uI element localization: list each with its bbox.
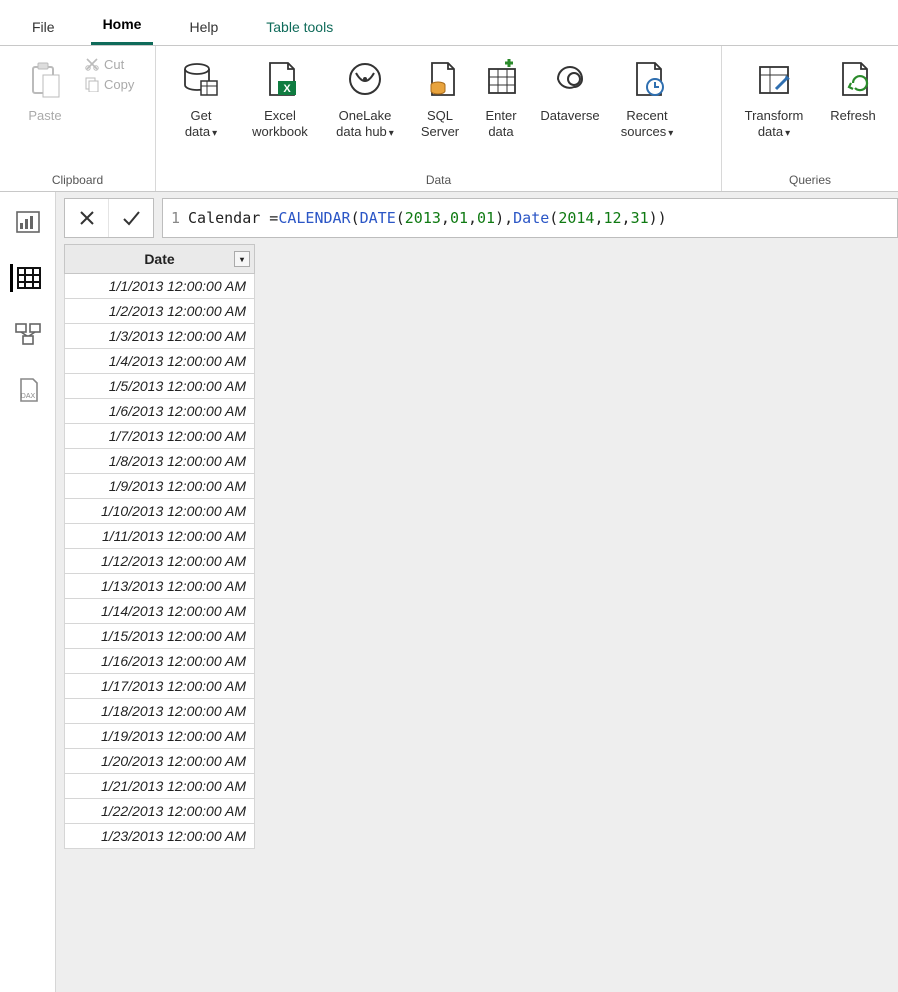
table-cell[interactable]: 1/18/2013 12:00:00 AM <box>65 699 255 724</box>
recent-icon <box>627 54 667 104</box>
column-filter-icon[interactable]: ▾ <box>234 251 250 267</box>
sql-server-button[interactable]: SQL Server <box>408 50 472 139</box>
tab-home[interactable]: Home <box>91 6 154 45</box>
table-cell[interactable]: 1/13/2013 12:00:00 AM <box>65 574 255 599</box>
refresh-button[interactable]: Refresh <box>818 50 888 124</box>
ribbon: Paste Cut Copy Clipboard Get data▾ <box>0 46 898 192</box>
enter-data-button[interactable]: Enter data <box>472 50 530 139</box>
transform-icon <box>754 54 794 104</box>
table-cell[interactable]: 1/20/2013 12:00:00 AM <box>65 749 255 774</box>
onelake-icon <box>345 54 385 104</box>
table-cell[interactable]: 1/11/2013 12:00:00 AM <box>65 524 255 549</box>
table-cell[interactable]: 1/7/2013 12:00:00 AM <box>65 424 255 449</box>
table-cell[interactable]: 1/1/2013 12:00:00 AM <box>65 274 255 299</box>
tab-help[interactable]: Help <box>177 9 230 45</box>
table-cell[interactable]: 1/10/2013 12:00:00 AM <box>65 499 255 524</box>
table-cell[interactable]: 1/21/2013 12:00:00 AM <box>65 774 255 799</box>
database-icon <box>181 54 221 104</box>
cancel-formula-button[interactable] <box>65 199 109 237</box>
formula-commit-box <box>64 198 154 238</box>
copy-button[interactable]: Copy <box>84 76 134 92</box>
cut-icon <box>84 56 100 72</box>
table-cell[interactable]: 1/22/2013 12:00:00 AM <box>65 799 255 824</box>
enter-data-icon <box>481 54 521 104</box>
cut-button[interactable]: Cut <box>84 56 134 72</box>
recent-sources-button[interactable]: Recent sources▾ <box>610 50 684 140</box>
table-cell[interactable]: 1/2/2013 12:00:00 AM <box>65 299 255 324</box>
svg-text:X: X <box>283 83 291 95</box>
table-cell[interactable]: 1/3/2013 12:00:00 AM <box>65 324 255 349</box>
tab-table-tools[interactable]: Table tools <box>254 9 345 45</box>
menu-tabs: File Home Help Table tools <box>0 0 898 46</box>
table-cell[interactable]: 1/19/2013 12:00:00 AM <box>65 724 255 749</box>
dax-view-icon[interactable]: DAX <box>12 376 44 404</box>
onelake-hub-button[interactable]: OneLake data hub▾ <box>322 50 408 140</box>
dataverse-icon <box>550 54 590 104</box>
view-rail: DAX <box>0 192 56 992</box>
column-header-date[interactable]: Date ▾ <box>65 245 255 274</box>
table-cell[interactable]: 1/17/2013 12:00:00 AM <box>65 674 255 699</box>
get-data-button[interactable]: Get data▾ <box>164 50 238 140</box>
group-label-data: Data <box>164 173 713 189</box>
table-cell[interactable]: 1/9/2013 12:00:00 AM <box>65 474 255 499</box>
data-table: Date ▾ 1/1/2013 12:00:00 AM1/2/2013 12:0… <box>64 244 255 849</box>
paste-button[interactable]: Paste <box>8 50 82 124</box>
excel-workbook-button[interactable]: X Excel workbook <box>238 50 322 139</box>
commit-formula-button[interactable] <box>109 199 153 237</box>
tab-file[interactable]: File <box>20 9 67 45</box>
table-cell[interactable]: 1/6/2013 12:00:00 AM <box>65 399 255 424</box>
table-cell[interactable]: 1/12/2013 12:00:00 AM <box>65 549 255 574</box>
copy-icon <box>84 76 100 92</box>
sql-icon <box>420 54 460 104</box>
report-view-icon[interactable] <box>12 208 44 236</box>
table-cell[interactable]: 1/23/2013 12:00:00 AM <box>65 824 255 849</box>
group-label-queries: Queries <box>730 173 890 189</box>
table-cell[interactable]: 1/14/2013 12:00:00 AM <box>65 599 255 624</box>
excel-icon: X <box>260 54 300 104</box>
formula-bar[interactable]: 1 Calendar = CALENDAR(DATE(2013,01,01),D… <box>162 198 898 238</box>
group-label-clipboard: Clipboard <box>8 173 147 189</box>
paste-icon <box>27 54 63 104</box>
table-cell[interactable]: 1/8/2013 12:00:00 AM <box>65 449 255 474</box>
table-cell[interactable]: 1/5/2013 12:00:00 AM <box>65 374 255 399</box>
data-view-icon[interactable] <box>10 264 42 292</box>
transform-data-button[interactable]: Transform data▾ <box>730 50 818 140</box>
svg-text:DAX: DAX <box>20 393 35 400</box>
refresh-icon <box>833 54 873 104</box>
table-cell[interactable]: 1/16/2013 12:00:00 AM <box>65 649 255 674</box>
table-cell[interactable]: 1/15/2013 12:00:00 AM <box>65 624 255 649</box>
table-cell[interactable]: 1/4/2013 12:00:00 AM <box>65 349 255 374</box>
dataverse-button[interactable]: Dataverse <box>530 50 610 124</box>
model-view-icon[interactable] <box>12 320 44 348</box>
